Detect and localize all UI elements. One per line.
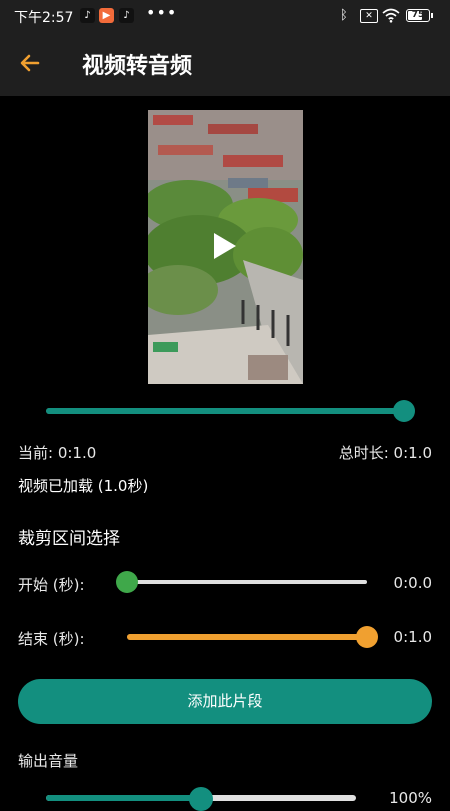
end-slider[interactable] bbox=[127, 634, 367, 640]
start-label: 开始 (秒): bbox=[18, 576, 85, 594]
volume-value: 100% bbox=[389, 789, 432, 807]
more-dots-icon: ••• bbox=[146, 3, 178, 22]
playback-progress bbox=[46, 408, 404, 414]
add-segment-button[interactable]: 添加此片段 bbox=[18, 679, 432, 724]
playback-thumb[interactable] bbox=[393, 400, 415, 422]
page-title: 视频转音频 bbox=[82, 54, 193, 79]
end-value: 0:1.0 bbox=[393, 628, 432, 646]
current-time-label: 当前: 0:1.0 bbox=[18, 444, 97, 462]
start-value: 0:0.0 bbox=[393, 574, 432, 592]
battery-text: 75 bbox=[411, 10, 425, 20]
video-loaded-text: 视频已加载 (1.0秒) bbox=[18, 477, 149, 495]
tiktok-icon: ♪ bbox=[80, 8, 95, 23]
volume-label: 输出音量 bbox=[18, 752, 79, 770]
wifi-icon bbox=[382, 8, 400, 23]
sim-off-icon: ✕ bbox=[360, 9, 378, 23]
play-icon[interactable] bbox=[214, 233, 236, 259]
app-bar bbox=[0, 32, 450, 96]
battery-icon: 75 bbox=[406, 9, 430, 22]
video-app-icon: ▶ bbox=[99, 8, 114, 23]
end-fill bbox=[127, 634, 367, 640]
start-thumb[interactable] bbox=[116, 571, 138, 593]
bluetooth-icon: ᛒ bbox=[340, 8, 348, 23]
end-thumb[interactable] bbox=[356, 626, 378, 648]
tiktok-icon: ♪ bbox=[119, 8, 134, 23]
status-time: 下午2:57 bbox=[14, 10, 74, 26]
playback-slider[interactable] bbox=[46, 408, 404, 414]
end-label: 结束 (秒): bbox=[18, 630, 85, 648]
trim-section-title: 裁剪区间选择 bbox=[18, 529, 120, 549]
back-button[interactable] bbox=[18, 46, 48, 80]
volume-thumb[interactable] bbox=[189, 787, 213, 811]
total-duration-label: 总时长: 0:1.0 bbox=[338, 444, 432, 462]
start-slider[interactable] bbox=[127, 580, 367, 584]
battery-cap bbox=[431, 13, 433, 18]
volume-fill bbox=[46, 795, 201, 801]
arrow-left-icon bbox=[20, 54, 40, 72]
